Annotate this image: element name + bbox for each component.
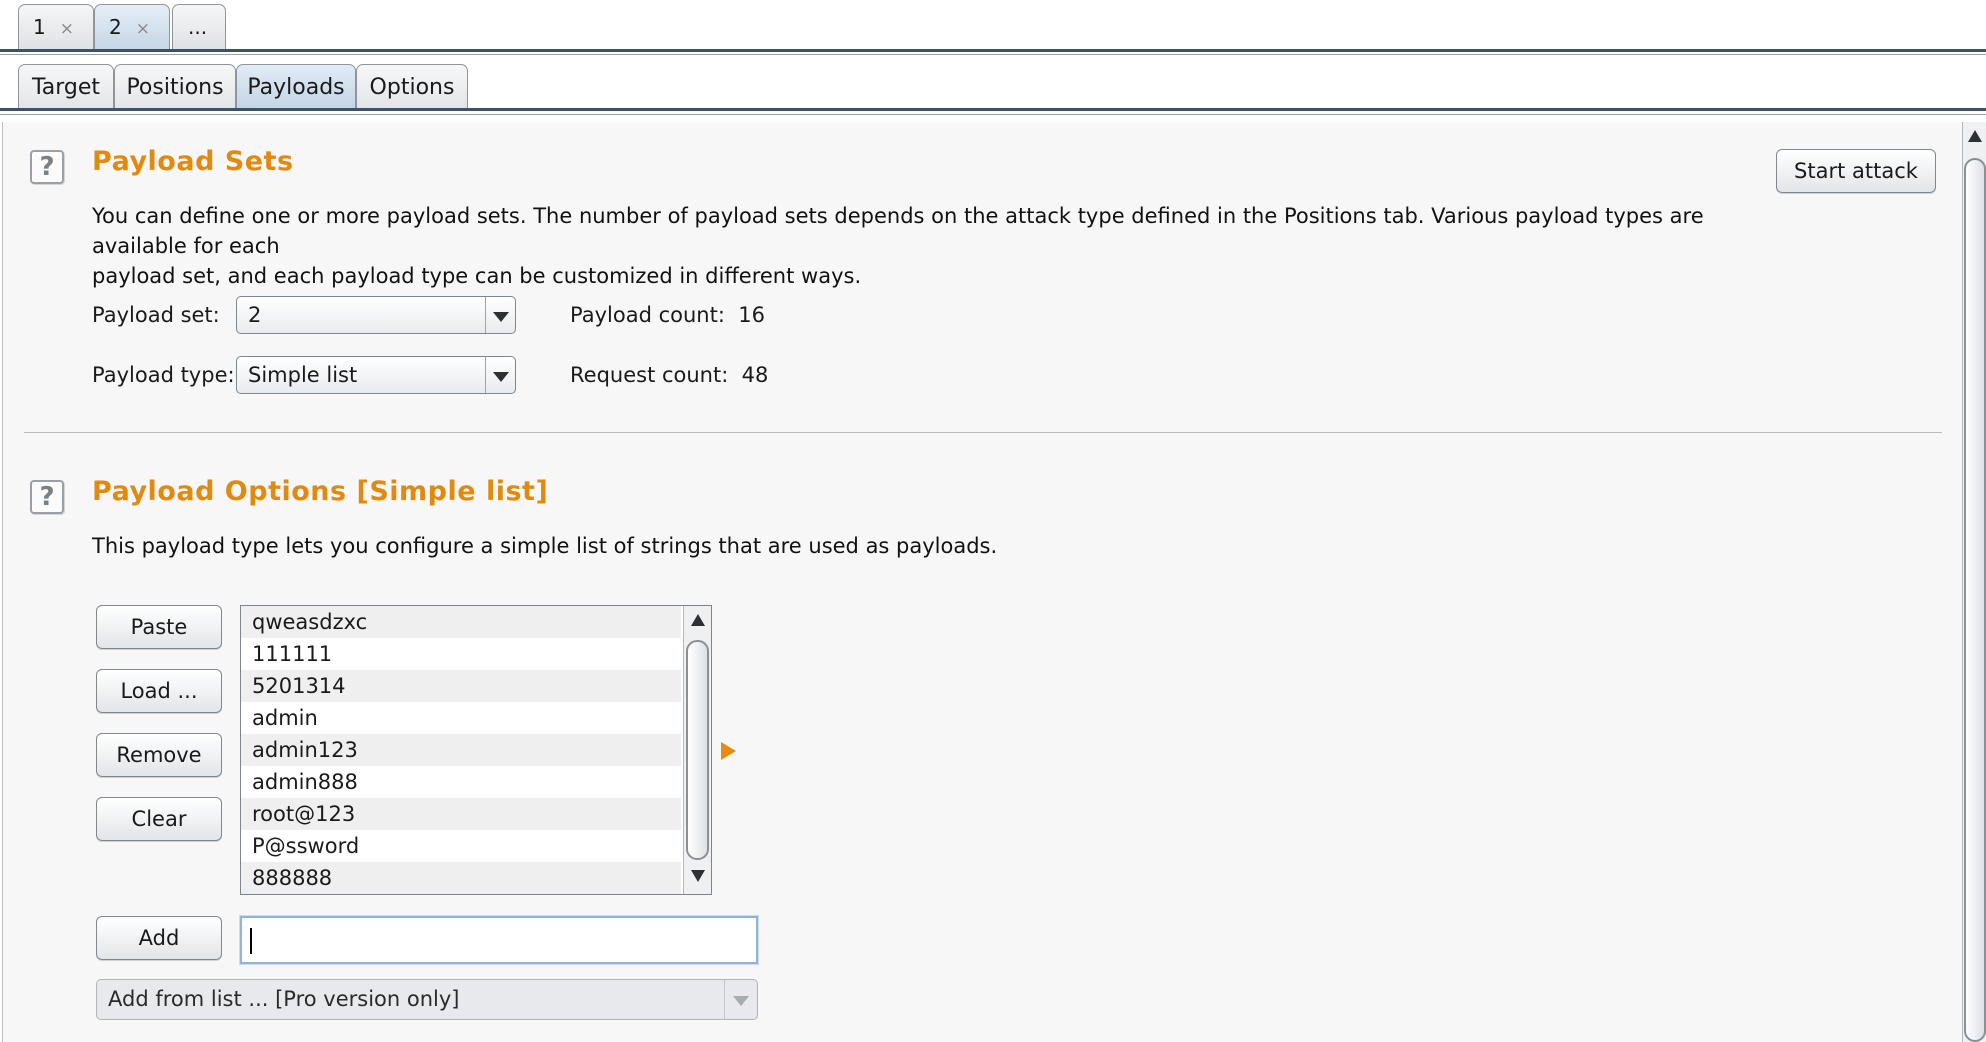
text-caret [250,928,252,954]
payload-options-title: Payload Options [Simple list] [92,476,549,507]
list-item[interactable]: root@123 [241,798,681,830]
list-item[interactable]: admin [241,702,681,734]
start-attack-button[interactable]: Start attack [1776,149,1936,193]
list-item[interactable]: 888888 [241,862,681,894]
subtab-rule-thin [0,114,1986,115]
tab-target[interactable]: Target [18,64,114,110]
request-count-value: 48 [741,363,769,387]
request-count-label: Request count: 48 [570,363,768,387]
tab-strip-rule-thin [0,54,1986,55]
tab-positions-label: Positions [126,75,224,100]
scroll-up-icon[interactable] [691,614,705,626]
list-item[interactable]: 111111 [241,638,681,670]
payload-set-value: 2 [248,303,262,327]
list-item[interactable]: admin123 [241,734,681,766]
request-tab-2[interactable]: 2 × [94,4,170,49]
tab-payloads-label: Payloads [247,75,345,100]
payload-type-value: Simple list [248,363,358,387]
chevron-down-icon[interactable] [724,980,757,1019]
payload-count-label: Payload count: 16 [570,303,765,327]
payload-sets-title: Payload Sets [92,146,294,177]
request-tab-1-label: 1 [33,15,46,39]
chevron-down-icon[interactable] [485,357,515,393]
tab-payloads[interactable]: Payloads [236,64,356,110]
scroll-down-icon[interactable] [691,870,705,882]
payload-type-select[interactable]: Simple list [236,356,516,394]
close-icon[interactable]: × [136,19,150,39]
paste-button[interactable]: Paste [96,605,222,649]
payload-set-label: Payload set: [92,303,220,327]
scroll-up-icon[interactable] [1968,130,1982,142]
chevron-down-icon[interactable] [485,297,515,333]
tab-positions[interactable]: Positions [114,64,236,110]
request-tab-strip: 1 × 2 × ... [0,0,1986,52]
clear-button[interactable]: Clear [96,797,222,841]
close-icon[interactable]: × [60,19,74,39]
remove-button[interactable]: Remove [96,733,222,777]
request-count-label-text: Request count: [570,363,729,387]
tab-strip-rule [0,49,1986,52]
add-button[interactable]: Add [96,916,222,960]
add-payload-input[interactable] [240,916,758,964]
list-item[interactable]: 5201314 [241,670,681,702]
page-scrollbar[interactable] [1962,122,1986,1042]
new-tab-label: ... [188,15,208,39]
payload-list-rows: qweasdzxc 111111 5201314 admin admin123 … [241,606,681,894]
add-from-list-label: Add from list ... [Pro version only] [108,987,460,1011]
payload-set-select[interactable]: 2 [236,296,516,334]
tab-options[interactable]: Options [356,64,468,110]
list-scroll-thumb[interactable] [686,640,709,860]
payload-count-label-text: Payload count: [570,303,725,327]
help-icon[interactable]: ? [30,150,64,184]
list-item[interactable]: qweasdzxc [241,606,681,638]
help-icon[interactable]: ? [30,480,64,514]
payload-sets-description: You can define one or more payload sets.… [92,201,1792,291]
payload-list[interactable]: qweasdzxc 111111 5201314 admin admin123 … [240,605,712,895]
subtab-rule [0,108,1986,111]
list-item[interactable]: admin888 [241,766,681,798]
tab-options-label: Options [369,75,455,100]
payload-type-label: Payload type: [92,363,235,387]
request-tab-2-label: 2 [109,15,122,39]
page-scroll-thumb[interactable] [1964,158,1986,1042]
payload-sets-description-line1: You can define one or more payload sets.… [92,204,1704,258]
add-from-list-select[interactable]: Add from list ... [Pro version only] [96,979,758,1020]
tab-target-label: Target [31,75,101,100]
new-tab-button[interactable]: ... [172,4,226,49]
section-divider [24,432,1942,433]
list-item[interactable]: P@ssword [241,830,681,862]
payload-count-value: 16 [738,303,765,327]
request-tab-1[interactable]: 1 × [18,4,94,49]
payload-options-description: This payload type lets you configure a s… [92,534,998,558]
load-button[interactable]: Load ... [96,669,222,713]
payload-sets-description-line2: payload set, and each payload type can b… [92,264,862,288]
play-arrow-icon[interactable] [721,742,736,760]
list-scrollbar[interactable] [683,606,711,894]
